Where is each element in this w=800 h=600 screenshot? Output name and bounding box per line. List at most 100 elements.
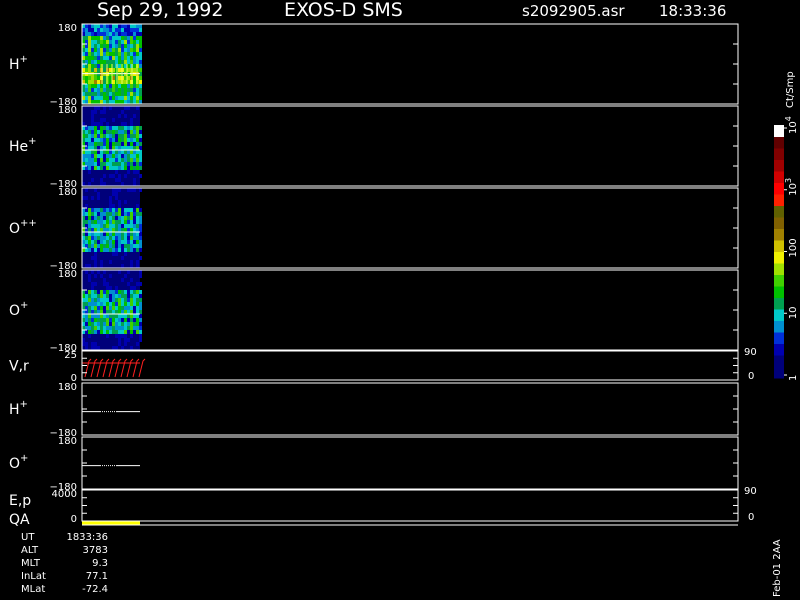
spectrogram-cell bbox=[136, 92, 139, 96]
spectrogram-cell bbox=[106, 96, 109, 100]
spectrogram-cell bbox=[139, 318, 142, 322]
spectrogram-cell bbox=[106, 146, 109, 150]
spectrogram-cell bbox=[85, 96, 88, 100]
spectrogram-cell bbox=[133, 220, 136, 224]
header-instrument: EXOS-D SMS bbox=[284, 0, 403, 21]
velocity-trace bbox=[90, 358, 98, 378]
colorbar-swatch bbox=[774, 251, 784, 264]
spectrogram-cell bbox=[115, 60, 118, 64]
spectrogram-cell bbox=[109, 240, 112, 244]
spectrogram-cell bbox=[124, 36, 127, 40]
ytick-top: 180 bbox=[58, 23, 77, 34]
colorbar-swatch bbox=[774, 297, 784, 310]
spectrogram-cell bbox=[133, 64, 136, 68]
spectrogram-cell bbox=[100, 146, 103, 150]
spectrogram-cell bbox=[121, 318, 124, 322]
spectrogram-cell bbox=[118, 208, 121, 212]
spectrogram-cell bbox=[118, 240, 121, 244]
spectrogram-cell bbox=[109, 298, 112, 302]
spectrogram-cell bbox=[115, 290, 118, 294]
header-time: 18:33:36 bbox=[659, 2, 726, 20]
spectrogram-cell bbox=[139, 158, 142, 162]
spectrogram-cell bbox=[133, 228, 136, 232]
spectrogram-cell bbox=[139, 24, 142, 28]
spectrogram-cell bbox=[136, 216, 139, 220]
spectrogram-cell bbox=[130, 264, 133, 268]
spectrogram-cell bbox=[121, 60, 124, 64]
spectrogram-cell bbox=[124, 294, 127, 298]
spectrogram-cell bbox=[94, 306, 97, 310]
spectrogram-cell bbox=[94, 158, 97, 162]
spectrogram-cell bbox=[133, 318, 136, 322]
spectrogram-cell bbox=[94, 56, 97, 60]
spectrogram-cell bbox=[97, 76, 100, 80]
spectrogram-cell bbox=[103, 36, 106, 40]
spectrogram-cell bbox=[85, 28, 88, 32]
spectrogram-cell bbox=[88, 264, 91, 268]
spectrogram-cell bbox=[109, 314, 112, 318]
spectrogram-cell bbox=[121, 330, 124, 334]
spectrogram-cell bbox=[94, 36, 97, 40]
spectrogram-cell bbox=[109, 228, 112, 232]
spectrogram-cell bbox=[94, 92, 97, 96]
spectrogram-cell bbox=[94, 134, 97, 138]
spectrogram-cell bbox=[133, 188, 136, 192]
spectrogram-cell bbox=[109, 232, 112, 236]
spectrogram-cell bbox=[124, 298, 127, 302]
spectrogram-cell bbox=[112, 346, 115, 350]
spectrogram-cell bbox=[112, 244, 115, 248]
spectrogram-cell bbox=[88, 40, 91, 44]
spectrogram-cell bbox=[112, 248, 115, 252]
spectrogram-cell bbox=[118, 24, 121, 28]
spectrogram-cell bbox=[118, 294, 121, 298]
spectrogram-cell bbox=[118, 318, 121, 322]
spectrogram-cell bbox=[136, 228, 139, 232]
spectrogram-cell bbox=[112, 130, 115, 134]
spectrogram-cell bbox=[103, 52, 106, 56]
spectrogram-cell bbox=[97, 56, 100, 60]
spectrogram-cell bbox=[106, 282, 109, 286]
spectrogram-cell bbox=[106, 298, 109, 302]
spectrogram-cell bbox=[94, 346, 97, 350]
right-tick-bottom: 0 bbox=[748, 512, 754, 523]
spectrogram-cell bbox=[130, 346, 133, 350]
spectrogram-cell bbox=[133, 178, 136, 182]
spectrogram-cell bbox=[91, 330, 94, 334]
spectrogram-cell bbox=[103, 174, 106, 178]
spectrogram-cell bbox=[100, 228, 103, 232]
info-label: InLat bbox=[21, 571, 46, 582]
spectrogram-cell bbox=[118, 76, 121, 80]
spectrogram-cell bbox=[139, 134, 142, 138]
spectrogram-cell bbox=[97, 106, 100, 110]
spectrogram-cell bbox=[118, 330, 121, 334]
spectrogram-cell bbox=[91, 96, 94, 100]
spectrogram-cell bbox=[103, 330, 106, 334]
spectrogram-cell bbox=[109, 212, 112, 216]
spectrogram-cell bbox=[133, 134, 136, 138]
spectrogram-cell bbox=[85, 32, 88, 36]
spectrogram-cell bbox=[88, 224, 91, 228]
spectrogram-cell bbox=[130, 142, 133, 146]
spectrogram-cell bbox=[85, 40, 88, 44]
spectrogram-cell bbox=[115, 212, 118, 216]
spectrogram-cell bbox=[118, 56, 121, 60]
spectrogram-cell bbox=[136, 260, 139, 264]
spectrogram-cell bbox=[103, 216, 106, 220]
spectrogram-cell bbox=[97, 310, 100, 314]
spectrogram-cell bbox=[100, 302, 103, 306]
spectrogram-cell bbox=[94, 264, 97, 268]
spectrogram-cell bbox=[85, 44, 88, 48]
panel-frame bbox=[81, 23, 739, 105]
spectrogram-cell bbox=[121, 224, 124, 228]
spectrogram-cell bbox=[139, 68, 142, 72]
panel-label: O++ bbox=[9, 218, 37, 237]
spectrogram-cell bbox=[115, 220, 118, 224]
spectrogram-cell bbox=[91, 114, 94, 118]
spectrogram-cell bbox=[97, 330, 100, 334]
spectrogram-cell bbox=[103, 48, 106, 52]
spectrogram-cell bbox=[130, 118, 133, 122]
spectrogram-cell bbox=[109, 310, 112, 314]
spectrogram-cell bbox=[118, 162, 121, 166]
spectrogram-cell bbox=[124, 232, 127, 236]
spectrogram-cell bbox=[91, 32, 94, 36]
